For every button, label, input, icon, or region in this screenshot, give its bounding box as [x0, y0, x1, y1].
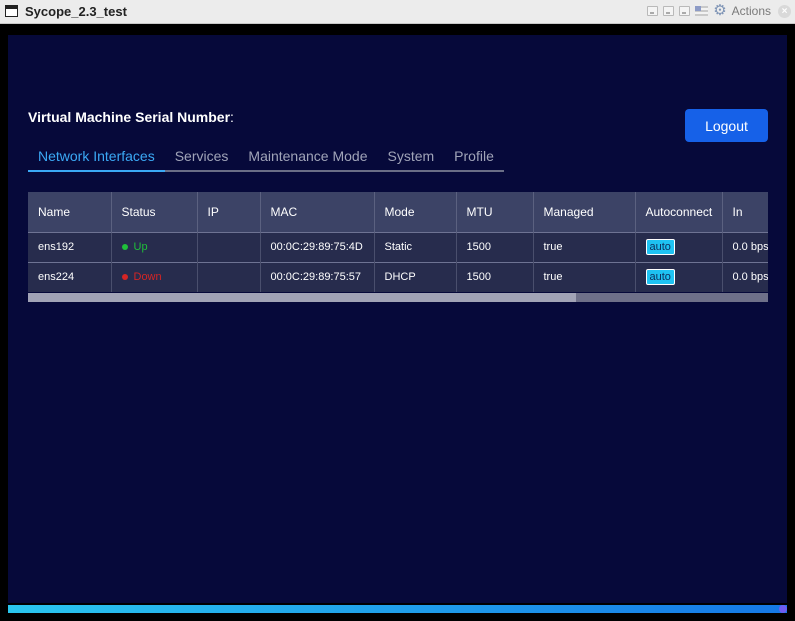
tab-services[interactable]: Services	[165, 146, 239, 170]
column-header-in[interactable]: In	[722, 192, 768, 232]
tab-system[interactable]: System	[377, 146, 444, 170]
tab-network-interfaces[interactable]: Network Interfaces	[28, 146, 165, 172]
vm-console-screen: Virtual Machine Serial Number: Logout Ne…	[8, 35, 787, 613]
column-header-managed[interactable]: Managed	[533, 192, 636, 232]
close-icon[interactable]: ×	[778, 4, 791, 18]
cell-status: Down	[111, 262, 198, 292]
scrollbar-thumb[interactable]	[28, 293, 576, 302]
column-header-autoconnect[interactable]: Autoconnect	[635, 192, 723, 232]
status-text: Up	[133, 241, 148, 253]
status-text: Down	[133, 271, 162, 284]
autoconnect-badge[interactable]: auto	[645, 269, 675, 286]
status-dot-icon	[121, 244, 128, 251]
cell-ip	[197, 262, 261, 292]
cell-autoconnect: auto	[635, 232, 723, 262]
serial-label-text: Virtual Machine Serial Number	[28, 109, 231, 125]
cell-mode: DHCP	[374, 262, 457, 292]
minimize-icon[interactable]	[647, 6, 659, 16]
window-titlebar: Sycope_2.3_test ⚙ Actions ×	[0, 0, 795, 24]
actions-menu[interactable]: Actions	[732, 4, 771, 18]
window-title: Sycope_2.3_test	[25, 4, 127, 19]
autoconnect-badge[interactable]: auto	[645, 239, 675, 255]
cell-in: 0.0 bps	[722, 232, 768, 262]
cell-mtu: 1500	[456, 262, 534, 292]
column-header-mode[interactable]: Mode	[374, 192, 457, 232]
progress-bar	[8, 605, 787, 613]
table-header-row: Name Status IP MAC Mode MTU Managed Auto…	[28, 192, 768, 232]
cell-mtu: 1500	[456, 232, 534, 262]
maximize-icon[interactable]	[679, 6, 691, 16]
column-header-mac[interactable]: MAC	[260, 192, 375, 232]
window-controls: ⚙ Actions ×	[647, 3, 791, 18]
column-header-status[interactable]: Status	[111, 192, 198, 232]
cell-in: 0.0 bps	[722, 262, 768, 292]
column-header-name[interactable]: Name	[28, 192, 112, 232]
status-dot-icon	[121, 274, 128, 281]
logout-button[interactable]: Logout	[685, 109, 768, 142]
interfaces-table: Name Status IP MAC Mode MTU Managed Auto…	[28, 192, 768, 303]
cell-mac: 00:0C:29:89:75:4D	[260, 232, 375, 262]
flag-icon[interactable]	[695, 6, 709, 16]
gear-icon[interactable]: ⚙	[713, 3, 726, 18]
progress-knob-icon	[779, 605, 787, 613]
tab-maintenance-mode[interactable]: Maintenance Mode	[238, 146, 377, 170]
serial-number-label: Virtual Machine Serial Number:	[28, 109, 234, 125]
cell-managed: true	[533, 232, 636, 262]
table-row[interactable]: ens224 Down 00:0C:29:89:75:57 DHCP 1500 …	[28, 262, 768, 292]
cell-ip	[197, 232, 261, 262]
tab-bar: Network Interfaces Services Maintenance …	[28, 146, 504, 172]
cell-name: ens224	[28, 262, 112, 292]
column-header-mtu[interactable]: MTU	[456, 192, 534, 232]
cell-mode: Static	[374, 232, 457, 262]
cell-status: Up	[111, 232, 198, 262]
cell-managed: true	[533, 262, 636, 292]
tab-profile[interactable]: Profile	[444, 146, 504, 170]
table-row[interactable]: ens192 Up 00:0C:29:89:75:4D Static 1500 …	[28, 232, 768, 262]
app-icon	[5, 5, 18, 17]
cell-mac: 00:0C:29:89:75:57	[260, 262, 375, 292]
column-header-ip[interactable]: IP	[197, 192, 261, 232]
cell-autoconnect: auto	[635, 262, 723, 292]
cell-name: ens192	[28, 232, 112, 262]
serial-colon: :	[230, 109, 234, 125]
horizontal-scrollbar[interactable]	[28, 293, 768, 302]
restore-icon[interactable]	[663, 6, 675, 16]
